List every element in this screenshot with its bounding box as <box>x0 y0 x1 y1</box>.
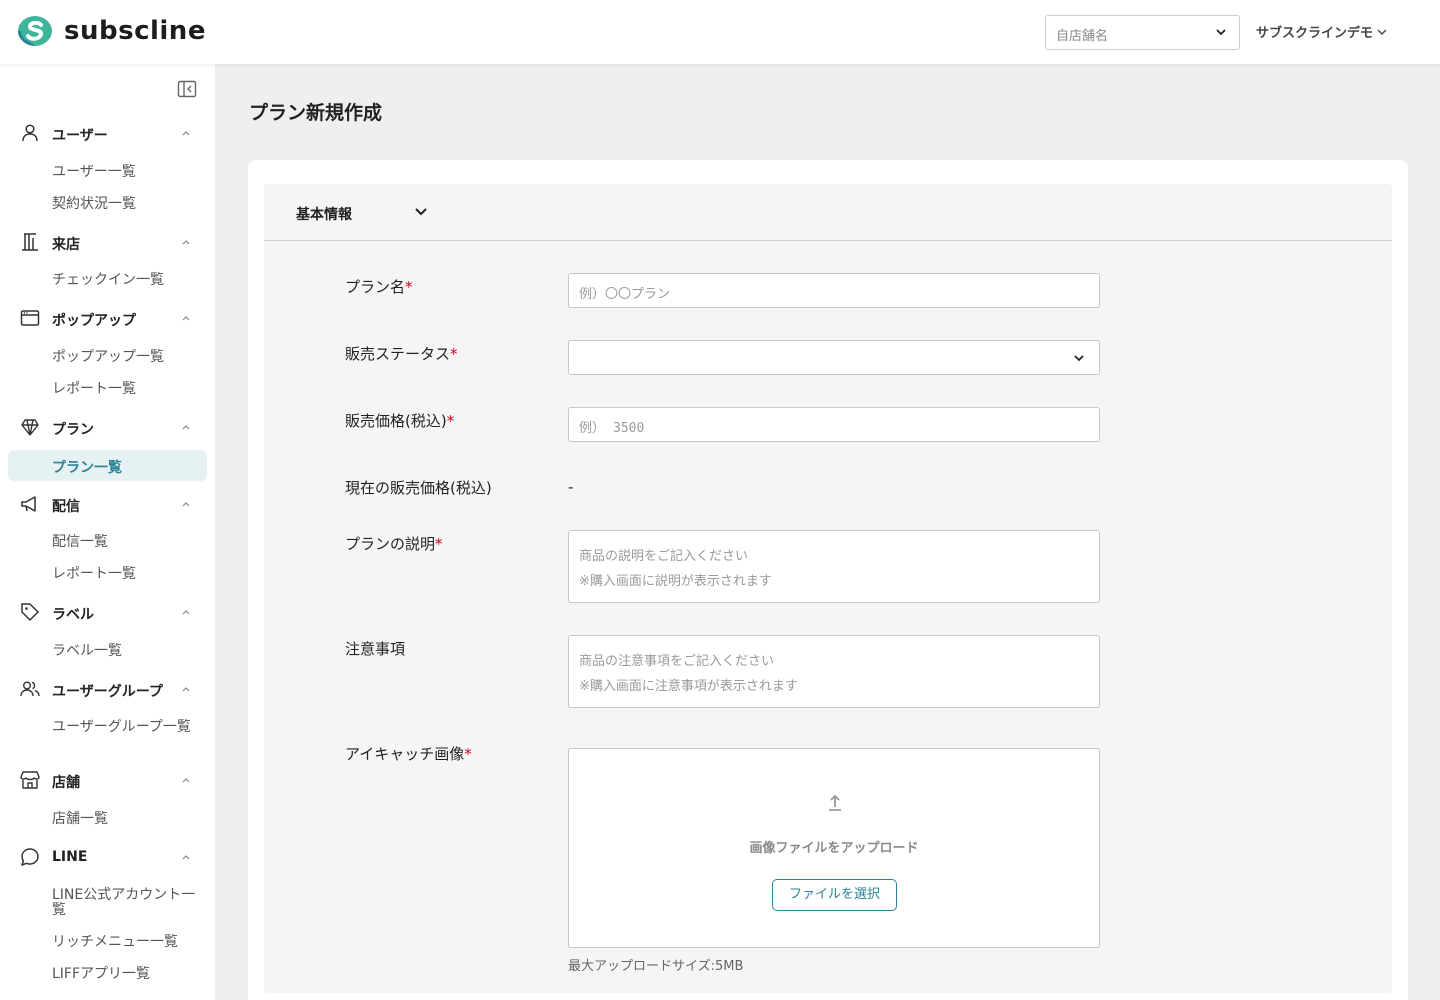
logo-mark-icon <box>18 16 52 46</box>
chevron-down-icon <box>1216 29 1226 36</box>
store-icon <box>20 771 40 789</box>
notes-textarea[interactable]: 商品の注意事項をご記入ください ※購入画面に注意事項が表示されます <box>568 635 1100 708</box>
chevron-down-icon <box>1377 29 1387 35</box>
eyecatch-upload-area[interactable]: 画像ファイルをアップロード ファイルを選択 <box>568 748 1100 948</box>
sidebar-section-store[interactable]: 店舗 <box>0 766 215 796</box>
description-textarea[interactable]: 商品の説明をご記入ください ※購入画面に説明が表示されます <box>568 530 1100 603</box>
sidebar-item-rich-menu[interactable]: リッチメニュー一覧 <box>52 935 197 950</box>
sidebar: ユーザー ユーザー一覧 契約状況一覧 来店 チェックイン一覧 ポップアップ ポッ… <box>0 64 215 1000</box>
current-price-label: 現在の販売価格(税込) <box>345 479 492 497</box>
max-upload-size: 最大アップロードサイズ:5MB <box>568 959 744 974</box>
sidebar-item-popup-report[interactable]: レポート一覧 <box>52 382 197 397</box>
upload-icon <box>829 794 841 811</box>
sidebar-section-title: 配信 <box>52 499 80 515</box>
sidebar-item-user-group-list[interactable]: ユーザーグループ一覧 <box>52 720 197 735</box>
chevron-up-icon <box>182 778 190 783</box>
chat-icon <box>21 848 39 866</box>
chevron-up-icon <box>182 316 190 321</box>
sales-status-select[interactable] <box>568 340 1100 375</box>
sidebar-item-delivery-list[interactable]: 配信一覧 <box>52 535 197 550</box>
sidebar-item-checkin-list[interactable]: チェックイン一覧 <box>52 273 197 288</box>
sidebar-section-visit[interactable]: 来店 <box>0 228 215 258</box>
chevron-up-icon <box>182 687 190 692</box>
description-placeholder-line1: 商品の説明をご記入ください <box>579 549 749 564</box>
choose-file-button[interactable]: ファイルを選択 <box>772 879 897 911</box>
store-select[interactable]: 自店舗名 <box>1045 15 1240 50</box>
sidebar-section-label[interactable]: ラベル <box>0 598 215 628</box>
sidebar-section-title: ポップアップ <box>52 313 136 329</box>
required-mark: * <box>435 535 443 553</box>
sidebar-section-title: 店舗 <box>52 775 80 791</box>
sidebar-section-plan[interactable]: プラン <box>0 413 215 443</box>
sidebar-item-line-accounts[interactable]: LINE公式アカウント一覧 <box>52 888 197 918</box>
required-mark: * <box>450 345 458 363</box>
section-title: 基本情報 <box>296 207 352 223</box>
sidebar-item-store-list[interactable]: 店舗一覧 <box>52 812 197 827</box>
sidebar-collapse-icon[interactable] <box>177 79 197 99</box>
logo-text: subscline <box>64 16 206 46</box>
notes-placeholder-line1: 商品の注意事項をご記入ください <box>579 654 775 669</box>
megaphone-icon <box>21 496 36 512</box>
required-mark: * <box>446 412 455 430</box>
plan-name-placeholder: 例）〇〇プラン <box>579 287 671 302</box>
price-label: 販売価格(税込)* <box>345 412 455 430</box>
sidebar-section-title: ユーザー <box>52 128 108 144</box>
sidebar-section-title: ラベル <box>52 607 94 623</box>
notes-placeholder-line2: ※購入画面に注意事項が表示されます <box>579 679 798 694</box>
description-placeholder-line2: ※購入画面に説明が表示されます <box>579 574 772 589</box>
sidebar-item-delivery-report[interactable]: レポート一覧 <box>52 567 197 582</box>
user-icon <box>22 124 38 142</box>
sidebar-item-label-list[interactable]: ラベル一覧 <box>52 644 197 659</box>
sidebar-section-line[interactable]: LINE <box>0 843 215 873</box>
store-select-placeholder: 自店舗名 <box>1056 29 1109 44</box>
chevron-up-icon <box>182 855 190 860</box>
top-header: subscline 自店舗名 サブスクラインデモ <box>0 0 1440 64</box>
current-price-value: - <box>568 478 574 496</box>
sidebar-section-title: ユーザーグループ <box>52 684 163 700</box>
chevron-up-icon <box>182 502 190 507</box>
description-label: プランの説明* <box>345 535 443 553</box>
sidebar-item-contract-status[interactable]: 契約状況一覧 <box>52 197 197 212</box>
notes-label: 注意事項 <box>345 640 406 658</box>
sidebar-item-plan-list[interactable]: プラン一覧 <box>8 450 207 481</box>
price-placeholder: 例） 3500 <box>579 421 645 436</box>
chevron-up-icon <box>182 240 190 245</box>
price-input[interactable]: 例） 3500 <box>568 407 1100 442</box>
diamond-icon <box>21 419 39 436</box>
plan-name-input[interactable]: 例）〇〇プラン <box>568 273 1100 308</box>
chevron-up-icon <box>182 131 190 136</box>
account-menu[interactable]: サブスクラインデモ <box>1256 22 1387 41</box>
sidebar-section-title: LINE <box>52 849 88 865</box>
tag-icon <box>21 603 39 621</box>
sidebar-section-users[interactable]: ユーザー <box>0 119 215 149</box>
logo[interactable]: subscline <box>16 14 206 48</box>
account-name: サブスクラインデモ <box>1256 26 1374 41</box>
users-icon <box>20 681 40 697</box>
sales-status-label: 販売ステータス* <box>345 345 458 363</box>
chevron-down-icon[interactable] <box>414 206 428 218</box>
page-title: プラン新規作成 <box>249 102 383 124</box>
window-icon <box>20 310 40 326</box>
sidebar-item-label: プラン一覧 <box>52 460 122 476</box>
sidebar-section-user-group[interactable]: ユーザーグループ <box>0 675 215 705</box>
eyecatch-label: アイキャッチ画像* <box>345 745 472 763</box>
basic-info-header[interactable]: 基本情報 <box>264 184 1392 241</box>
upload-text: 画像ファイルをアップロード <box>749 841 919 856</box>
sidebar-section-popup[interactable]: ポップアップ <box>0 304 215 334</box>
sidebar-section-title: 来店 <box>52 237 80 253</box>
sidebar-item-popup-list[interactable]: ポップアップ一覧 <box>52 350 197 365</box>
sidebar-item-user-list[interactable]: ユーザー一覧 <box>52 165 197 180</box>
sidebar-item-liff-apps[interactable]: LIFFアプリ一覧 <box>52 967 197 982</box>
building-icon <box>22 233 38 251</box>
chevron-up-icon <box>182 610 190 615</box>
required-mark: * <box>405 278 413 296</box>
chevron-up-icon <box>182 425 190 430</box>
required-mark: * <box>464 745 472 763</box>
sidebar-section-delivery[interactable]: 配信 <box>0 490 215 520</box>
chevron-down-icon <box>1074 355 1084 362</box>
plan-name-label: プラン名* <box>345 278 413 296</box>
sidebar-section-title: プラン <box>52 422 94 438</box>
